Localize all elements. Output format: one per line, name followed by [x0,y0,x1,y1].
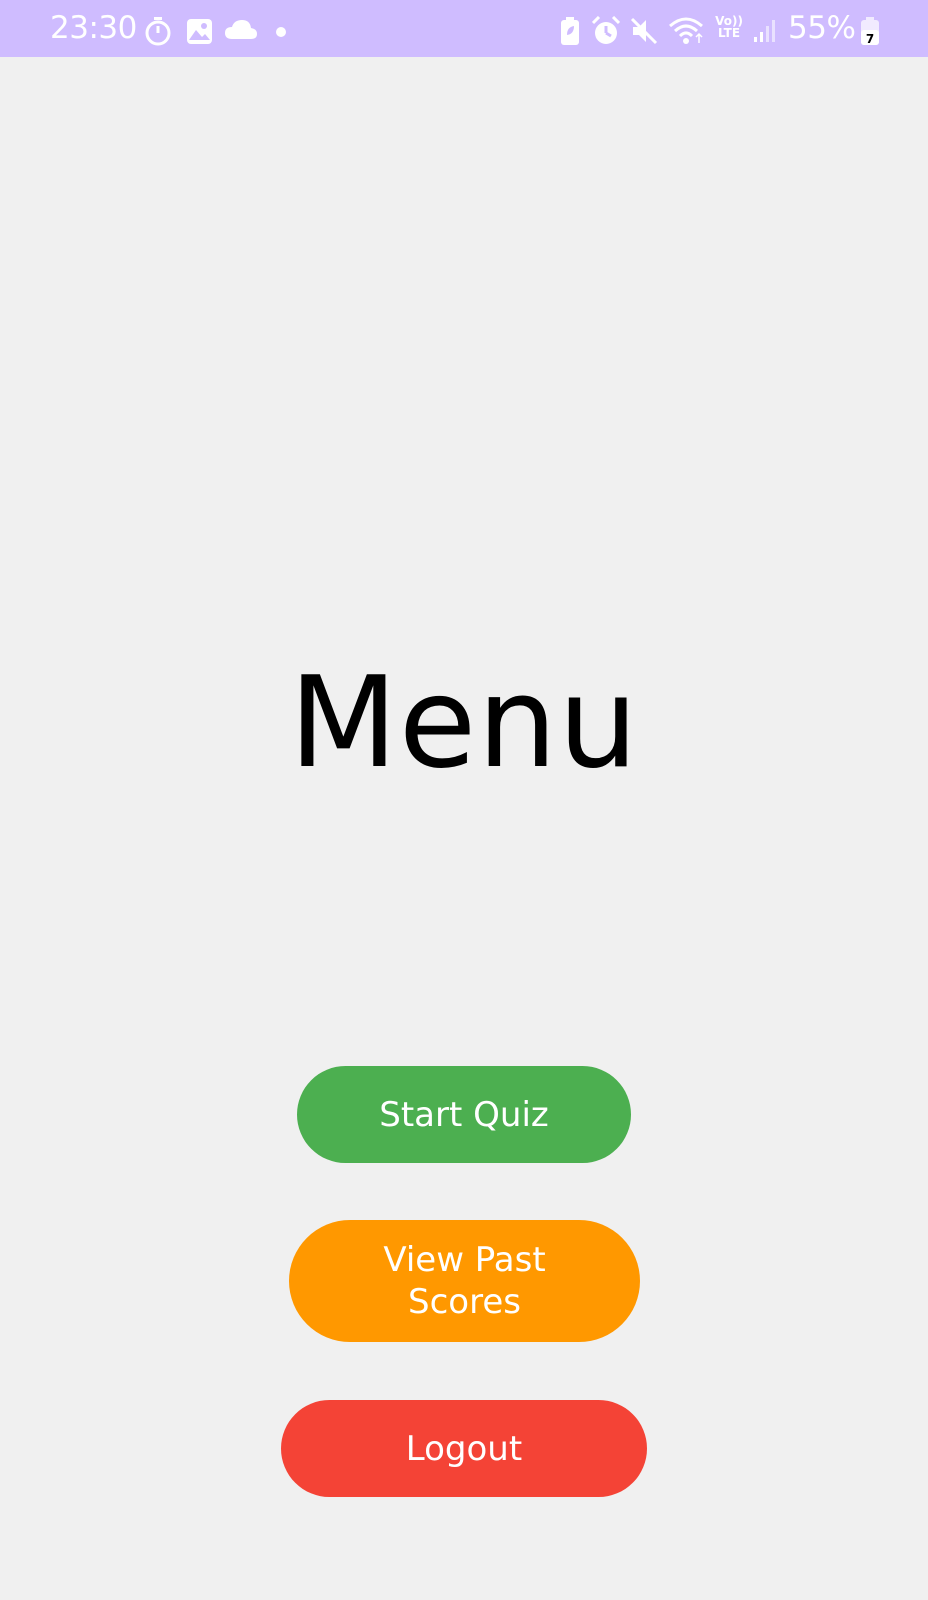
battery-icon: 7 [861,17,879,46]
battery-percent: 55% [788,10,856,46]
signal-icon [754,20,775,42]
start-quiz-label: Start Quiz [379,1094,549,1135]
cloud-icon [225,20,257,39]
page-title: Menu [289,649,639,796]
battery-saver-icon [561,17,579,45]
status-time: 23:30 [50,10,137,46]
battery-overlay: 7 [866,32,874,46]
volte-icon: Vo)) LTE [715,14,743,40]
alarm-icon [592,16,620,44]
wifi-icon [669,17,703,44]
gallery-icon [187,19,212,44]
view-past-scores-button[interactable]: View Past Scores [289,1220,640,1342]
logout-button[interactable]: Logout [281,1400,647,1497]
notification-dot-icon [276,27,286,37]
status-bar: 23:30 Vo)) LTE 55% 7 [0,0,928,57]
start-quiz-button[interactable]: Start Quiz [297,1066,631,1163]
view-past-scores-label: View Past Scores [383,1240,546,1322]
timer-icon [145,17,171,46]
logout-label: Logout [405,1428,523,1469]
mute-icon [630,17,658,45]
